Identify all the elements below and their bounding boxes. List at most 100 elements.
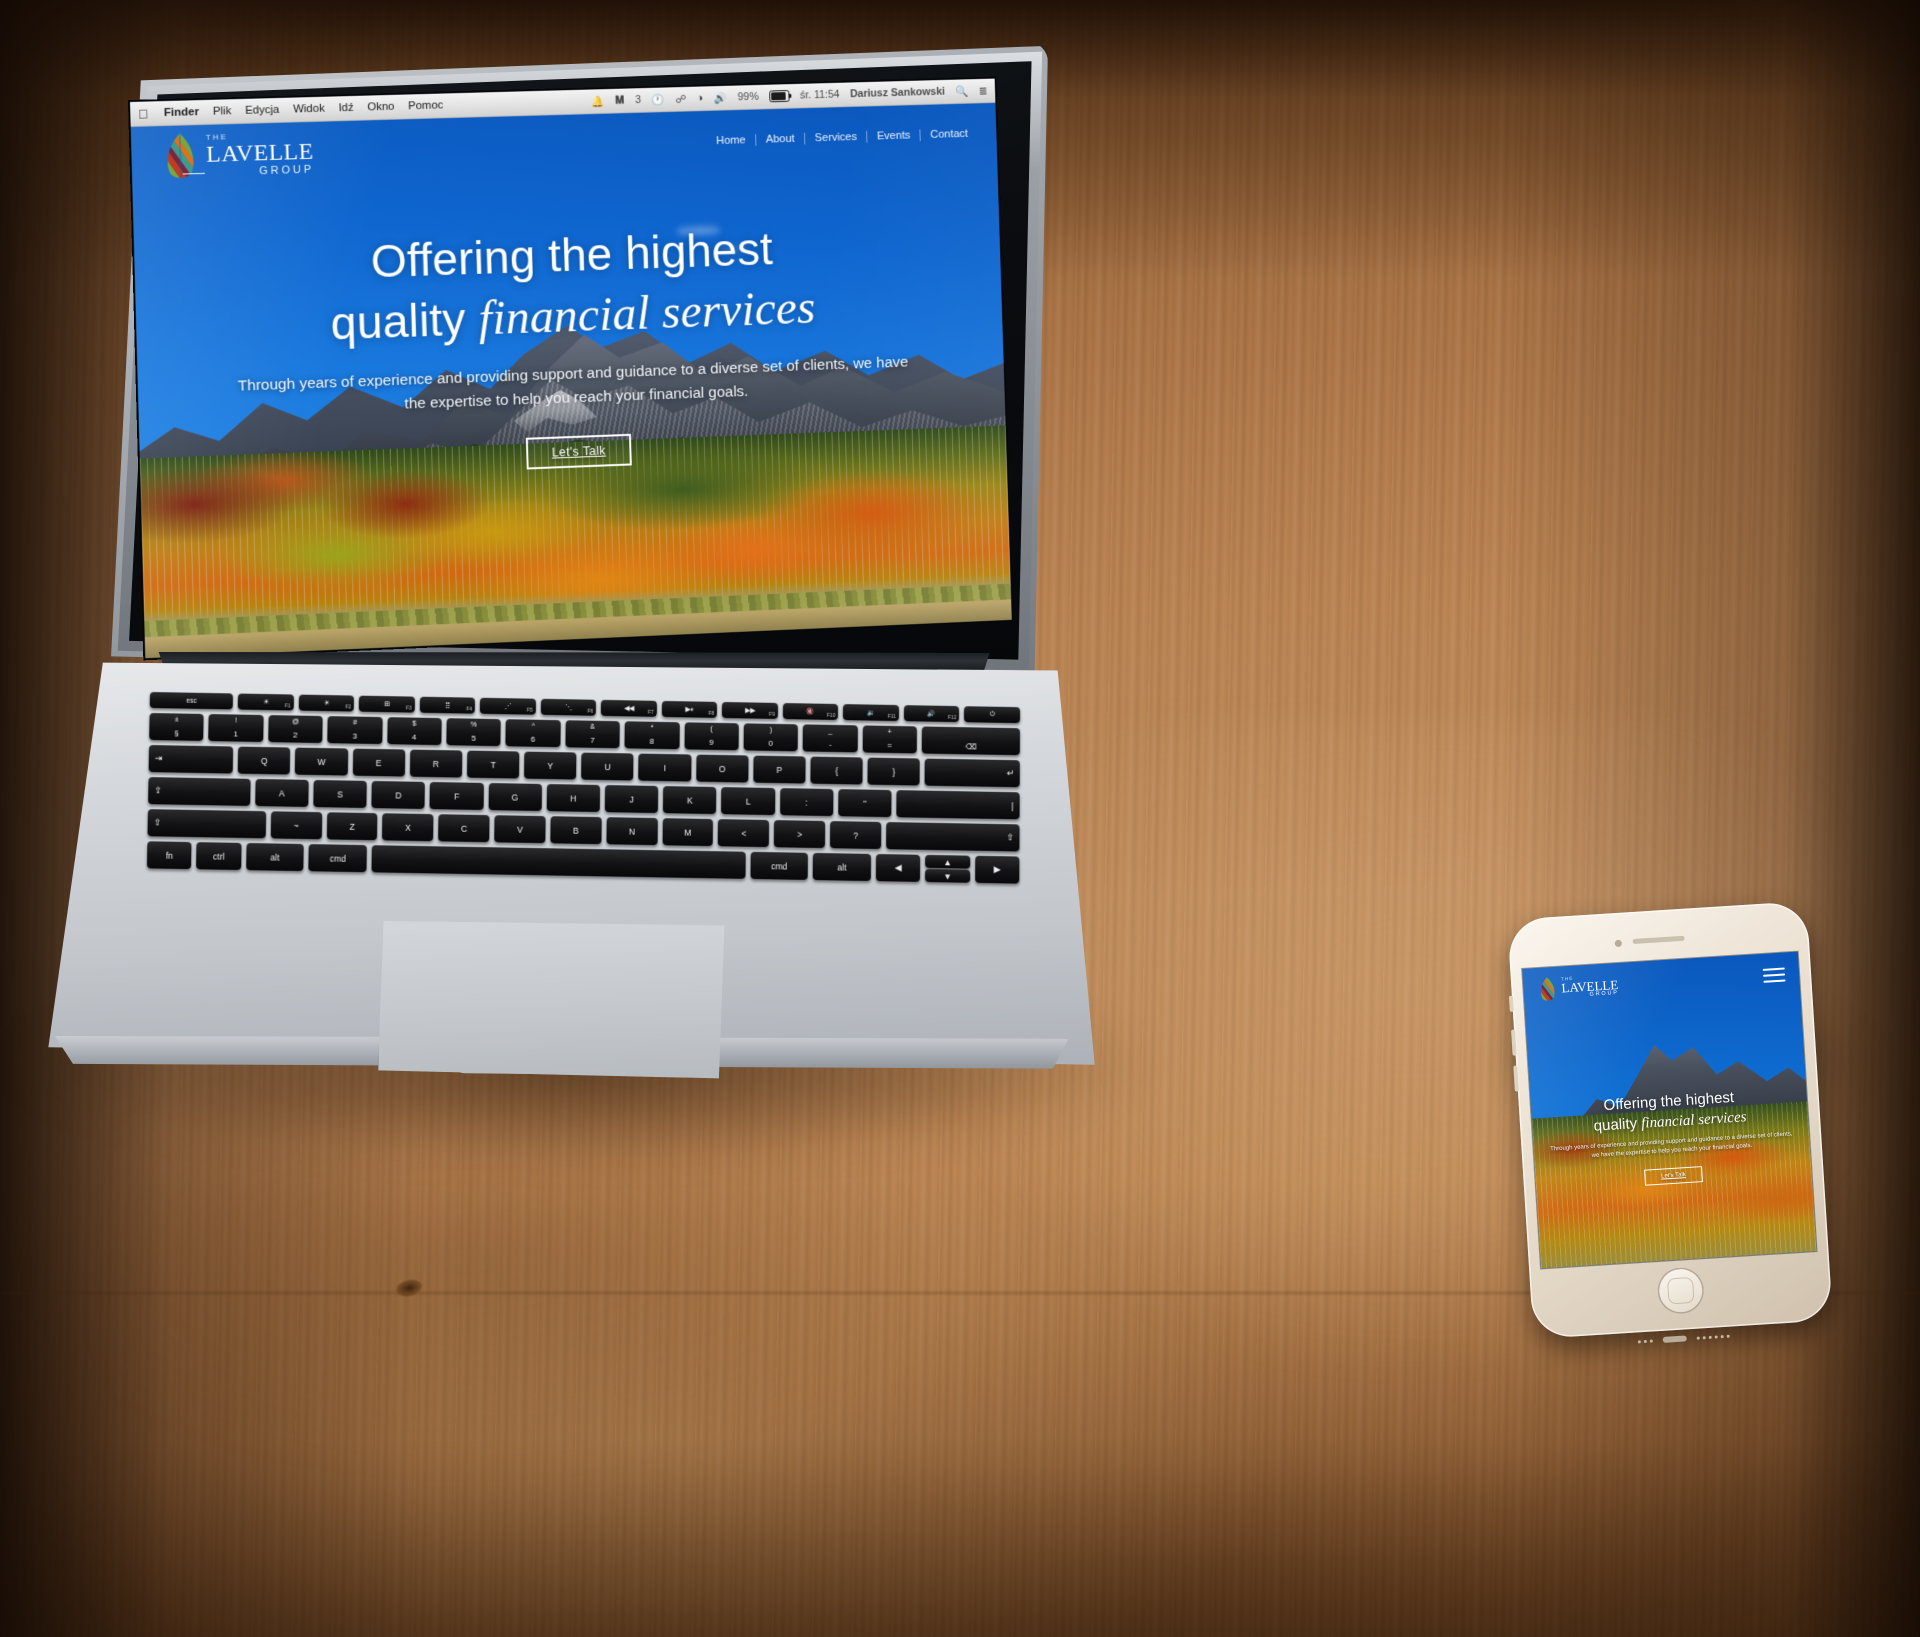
key-7[interactable]: & 7 <box>565 720 620 749</box>
key--[interactable]: _ - <box>802 724 858 753</box>
key-⌫[interactable]: ⌫ <box>921 726 1020 756</box>
key-F11[interactable]: 🔉 F11 <box>843 704 899 722</box>
keyboard[interactable]: esc ☀ F1 ☀ F2 ⊞ F3 ⣿ F4 ⋰ F5 ⋱ F6 ◀◀ F7 ▶⏸ F8 ▶▶ F9 🔇 F10 🔉 F1… <box>146 692 1021 916</box>
key-F2[interactable]: ☀ F2 <box>298 694 355 712</box>
key-V[interactable]: V <box>494 815 546 844</box>
key-space[interactable] <box>371 845 746 879</box>
key-"[interactable]: " <box>838 789 892 818</box>
key-ctrl[interactable]: ctrl <box>196 842 242 871</box>
key-F8[interactable]: ▶⏸ F8 <box>661 700 718 718</box>
key-A[interactable]: A <box>254 778 309 807</box>
alfred-icon[interactable]: 𝐌 <box>615 94 625 107</box>
menu-plik[interactable]: Plik <box>213 105 232 117</box>
bluetooth-icon[interactable]: ☍ <box>675 92 686 105</box>
key-}[interactable]: } <box>867 757 921 786</box>
key-:[interactable]: : <box>779 788 834 817</box>
key-P[interactable]: P <box>753 755 806 784</box>
key-N[interactable]: N <box>606 817 658 846</box>
key-Y[interactable]: Y <box>524 751 577 780</box>
key-|[interactable]: | <box>896 790 1020 820</box>
key-X[interactable]: X <box>382 813 434 842</box>
key-3[interactable]: #3 <box>327 716 383 745</box>
key-esc[interactable]: esc <box>149 692 234 710</box>
menu-edycja[interactable]: Edycja <box>245 104 280 117</box>
key-alt[interactable]: alt <box>245 843 305 872</box>
arrow-key-cluster[interactable]: ▲ ▼ <box>925 854 970 883</box>
notification-center-icon[interactable]: ≣ <box>979 84 988 97</box>
key-F5[interactable]: ⋰ F5 <box>480 697 536 715</box>
menu-pomoc[interactable]: Pomoc <box>408 99 443 112</box>
key-cmd[interactable]: cmd <box>750 851 809 880</box>
key-O[interactable]: O <box>695 754 749 783</box>
key-F[interactable]: F <box>429 781 484 811</box>
key-arrow-down[interactable]: ▼ <box>925 868 970 883</box>
key-M[interactable]: M <box>662 818 714 847</box>
nav-item-services[interactable]: Services <box>805 130 868 145</box>
lets-talk-button[interactable]: Let's Talk <box>526 433 632 470</box>
key-K[interactable]: K <box>663 786 717 815</box>
key-H[interactable]: H <box>546 784 601 813</box>
site-logo[interactable]: THE LAVELLE GROUP <box>161 129 314 181</box>
key-4[interactable]: $4 <box>386 717 442 746</box>
key-0[interactable]: ) 0 <box>743 723 799 752</box>
menubar-clock[interactable]: śr. 11:54 <box>800 89 840 102</box>
key-§[interactable]: ± § <box>149 712 205 741</box>
key-F9[interactable]: ▶▶ F9 <box>722 701 778 719</box>
key-alt[interactable]: alt <box>812 852 871 882</box>
phone-site-logo[interactable]: THE LAVELLE GROUP <box>1537 972 1619 1003</box>
key-W[interactable]: W <box>295 747 348 776</box>
key-J[interactable]: J <box>604 785 659 814</box>
key-⇧[interactable]: ⇧ <box>147 809 266 839</box>
key-1[interactable]: ! 1 <box>208 714 264 743</box>
nav-item-contact[interactable]: Contact <box>921 128 968 141</box>
key-F4[interactable]: ⣿ F4 <box>419 696 476 714</box>
trackpad[interactable] <box>378 920 725 1079</box>
key-C[interactable]: C <box>438 814 490 843</box>
key-⇪[interactable]: ⇪ <box>148 777 251 806</box>
key-arrow-left[interactable]: ◀ <box>875 854 921 882</box>
key-U[interactable]: U <box>581 752 634 781</box>
key-?[interactable]: ? <box>830 821 882 850</box>
key-arrow-up[interactable]: ▲ <box>925 854 970 869</box>
key-6[interactable]: ^ 6 <box>505 719 561 748</box>
key-2[interactable]: @2 <box>268 715 323 744</box>
key-T[interactable]: T <box>466 750 520 779</box>
key-⇧[interactable]: ⇧ <box>886 822 1020 852</box>
key-L[interactable]: L <box>721 787 775 816</box>
key-F3[interactable]: ⊞ F3 <box>359 695 415 713</box>
key-F6[interactable]: ⋱ F6 <box>540 698 597 716</box>
menu-idz[interactable]: Idź <box>338 102 353 114</box>
key-F1[interactable]: ☀ F1 <box>238 693 294 711</box>
key-fn[interactable]: fn <box>146 841 192 870</box>
key-=[interactable]: + = <box>862 725 917 754</box>
key-{[interactable]: { <box>810 756 863 785</box>
nav-item-about[interactable]: About <box>756 132 806 146</box>
key-~[interactable]: ~ <box>270 811 322 840</box>
nav-item-events[interactable]: Events <box>867 129 922 143</box>
key-↵[interactable]: ↵ <box>924 758 1020 788</box>
apple-icon[interactable]:  <box>138 106 148 121</box>
key-F12[interactable]: 🔊 F12 <box>903 705 960 723</box>
key-B[interactable]: B <box>550 816 602 845</box>
key-⇥[interactable]: ⇥ <box>148 745 234 774</box>
menu-okno[interactable]: Okno <box>367 101 394 114</box>
spotlight-search-icon[interactable]: 🔍 <box>955 85 968 98</box>
key-Q[interactable]: Q <box>237 746 291 775</box>
key-R[interactable]: R <box>409 749 463 778</box>
battery-charging-icon[interactable] <box>769 90 790 103</box>
menubar-username[interactable]: Dariusz Sankowski <box>850 86 945 100</box>
key-arrow-right[interactable]: ▶ <box>974 855 1020 884</box>
key-D[interactable]: D <box>371 780 426 809</box>
key-S[interactable]: S <box>313 779 367 808</box>
key-9[interactable]: (9 <box>684 722 739 751</box>
key-⏻[interactable]: ⏻ <box>964 706 1021 724</box>
key-G[interactable]: G <box>488 783 542 812</box>
key-I[interactable]: I <box>638 753 692 782</box>
key-F10[interactable]: 🔇 F10 <box>782 703 839 721</box>
hamburger-menu-icon[interactable] <box>1762 967 1786 984</box>
key-Z[interactable]: Z <box>326 812 378 841</box>
nav-item-home[interactable]: Home <box>706 134 757 148</box>
key-<[interactable]: < <box>718 819 770 848</box>
menu-finder[interactable]: Finder <box>164 106 199 119</box>
menu-widok[interactable]: Widok <box>293 103 325 116</box>
